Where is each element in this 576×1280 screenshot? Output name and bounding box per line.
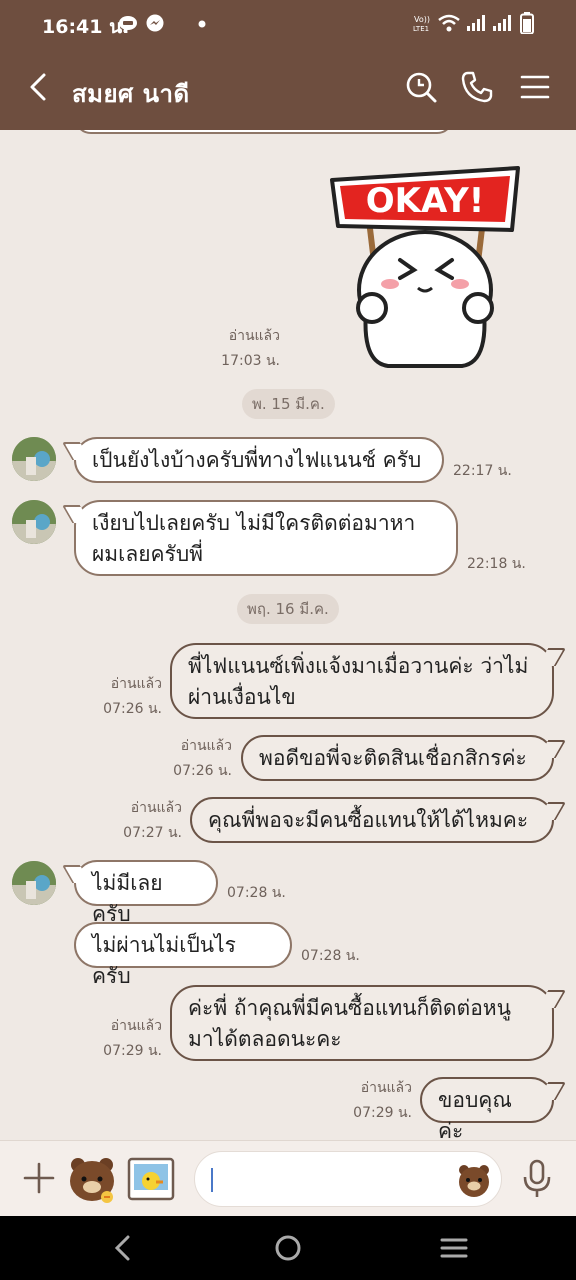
read-receipt: อ่านแล้ว — [360, 1080, 412, 1096]
nav-home-icon[interactable] — [274, 1234, 302, 1262]
nav-recents-icon[interactable] — [440, 1234, 468, 1262]
menu-icon[interactable] — [518, 70, 552, 104]
read-receipt: อ่านแล้ว — [110, 676, 162, 692]
status-bar: 16:41 น. Vo)) LTE1 — [0, 0, 576, 48]
wifi-icon — [438, 14, 460, 32]
message-time: 07:26 น. — [103, 701, 162, 717]
message-time: 22:17 น. — [453, 463, 512, 479]
contact-name[interactable]: สมยศ นาดี — [72, 74, 190, 113]
message-meta: อ่านแล้ว 07:27 น. — [102, 798, 182, 843]
read-receipt: อ่านแล้ว — [228, 328, 280, 344]
date-separator: พฤ. 16 มี.ค. — [237, 594, 339, 624]
message-bubble[interactable]: พี่ไฟแนนซ์เพิ่งแจ้งมาเมื่อวานค่ะ ว่าไม่ … — [170, 643, 554, 719]
message-bubble[interactable]: ขอบคุณค่ะ — [420, 1077, 554, 1140]
svg-text:Vo)): Vo)) — [414, 15, 430, 24]
search-icon[interactable] — [404, 70, 438, 104]
back-icon[interactable] — [22, 70, 56, 104]
message-text-line: พี่ไฟแนนซ์เพิ่งแจ้งมาเมื่อวานค่ะ ว่าไม่ — [188, 654, 529, 678]
message-bubble[interactable]: เป็นยังไงบ้างครับพี่ทางไฟแนนช์ ครับ — [74, 437, 444, 483]
message-text: คุณพี่พอจะมีคนซื้อแทนให้ได้ไหมคะ — [208, 808, 529, 832]
message-text: ไม่ผ่านไม่เป็นไรครับ — [92, 933, 236, 988]
photo-icon[interactable] — [126, 1155, 176, 1203]
message-text-line: ผมเลยครับพี่ — [92, 542, 203, 566]
previous-message-bubble — [74, 130, 454, 134]
battery-icon — [520, 12, 534, 34]
date-separator: พ. 15 มี.ค. — [242, 389, 335, 419]
avatar-image — [12, 437, 56, 481]
message-meta: อ่านแล้ว 07:26 น. — [152, 736, 232, 781]
mic-icon[interactable] — [522, 1159, 552, 1199]
avatar-image — [12, 861, 56, 905]
message-bubble[interactable]: เงียบไปเลยครับ ไม่มีใครติดต่อมาหา ผมเลยค… — [74, 500, 458, 576]
avatar-image — [12, 500, 56, 544]
message-time: 07:29 น. — [103, 1043, 162, 1059]
message-text-line: เงียบไปเลยครับ ไม่มีใครติดต่อมาหา — [92, 511, 416, 535]
avatar[interactable] — [12, 437, 56, 481]
message-composer — [0, 1140, 576, 1216]
message-meta: อ่านแล้ว 07:29 น. — [332, 1078, 412, 1123]
chat-header: สมยศ นาดี — [0, 48, 576, 130]
svg-text:LTE1: LTE1 — [413, 25, 429, 33]
message-time: 07:29 น. — [353, 1105, 412, 1121]
read-receipt: อ่านแล้ว — [130, 800, 182, 816]
message-time: 07:28 น. — [227, 885, 286, 901]
signal-2-icon — [493, 15, 511, 31]
read-receipt: อ่านแล้ว — [110, 1018, 162, 1034]
message-text: ไม่มีเลยครับ — [92, 871, 163, 926]
message-time: 07:26 น. — [173, 763, 232, 779]
system-navigation-bar — [0, 1216, 576, 1280]
sticker-icon[interactable] — [64, 1151, 120, 1207]
messenger-icon — [146, 14, 164, 32]
message-time: 22:18 น. — [467, 556, 526, 572]
status-time: 16:41 น. — [42, 16, 130, 38]
message-text-line: ผ่านเงื่อนไข — [188, 685, 296, 709]
chat-area[interactable]: OKAY! อ่านแล้ว 17:03 น. พ. 15 มี.ค. เป็น… — [0, 130, 576, 1140]
phone-icon[interactable] — [460, 70, 494, 104]
message-text: พอดีขอพี่จะติดสินเชื่อกสิกรค่ะ — [259, 746, 527, 770]
avatar[interactable] — [12, 500, 56, 544]
message-time: 07:28 น. — [301, 948, 360, 964]
message-text: เป็นยังไงบ้างครับพี่ทางไฟแนนช์ ครับ — [92, 448, 422, 472]
message-bubble[interactable]: ค่ะพี่ ถ้าคุณพี่มีคนซื้อแทนก็ติดต่อหนู ม… — [170, 985, 554, 1061]
message-bubble[interactable]: ไม่มีเลยครับ — [74, 860, 218, 926]
message-meta: อ่านแล้ว 07:26 น. — [82, 674, 162, 719]
message-text-line: ค่ะพี่ ถ้าคุณพี่มีคนซื้อแทนก็ติดต่อหนู — [188, 996, 512, 1020]
text-cursor — [211, 1168, 213, 1192]
message-bubble[interactable]: ไม่ผ่านไม่เป็นไรครับ — [74, 922, 292, 988]
message-time: 17:03 น. — [221, 353, 280, 369]
message-meta: อ่านแล้ว 07:29 น. — [82, 1016, 162, 1061]
message-text: ขอบคุณค่ะ — [438, 1088, 512, 1140]
message-text-line: มาได้ตลอดนะคะ — [188, 1027, 342, 1051]
line-app-icon — [119, 16, 137, 32]
sticker-text: OKAY! — [366, 181, 484, 221]
message-bubble[interactable]: พอดีขอพี่จะติดสินเชื่อกสิกรค่ะ — [241, 735, 554, 781]
avatar[interactable] — [12, 861, 56, 905]
nav-back-icon[interactable] — [110, 1234, 136, 1262]
notification-dot-icon — [198, 20, 206, 28]
message-time: 07:27 น. — [123, 825, 182, 841]
okay-sticker[interactable]: OKAY! — [328, 162, 522, 368]
message-input[interactable] — [194, 1151, 502, 1207]
signal-1-icon — [467, 15, 485, 31]
emoji-icon[interactable] — [455, 1161, 493, 1199]
read-receipt: อ่านแล้ว — [180, 738, 232, 754]
volte-icon: Vo))LTE1 — [413, 15, 430, 33]
message-bubble[interactable]: คุณพี่พอจะมีคนซื้อแทนให้ได้ไหมคะ — [190, 797, 554, 843]
plus-icon[interactable] — [22, 1161, 56, 1195]
sticker-meta: อ่านแล้ว 17:03 น. — [200, 326, 280, 371]
